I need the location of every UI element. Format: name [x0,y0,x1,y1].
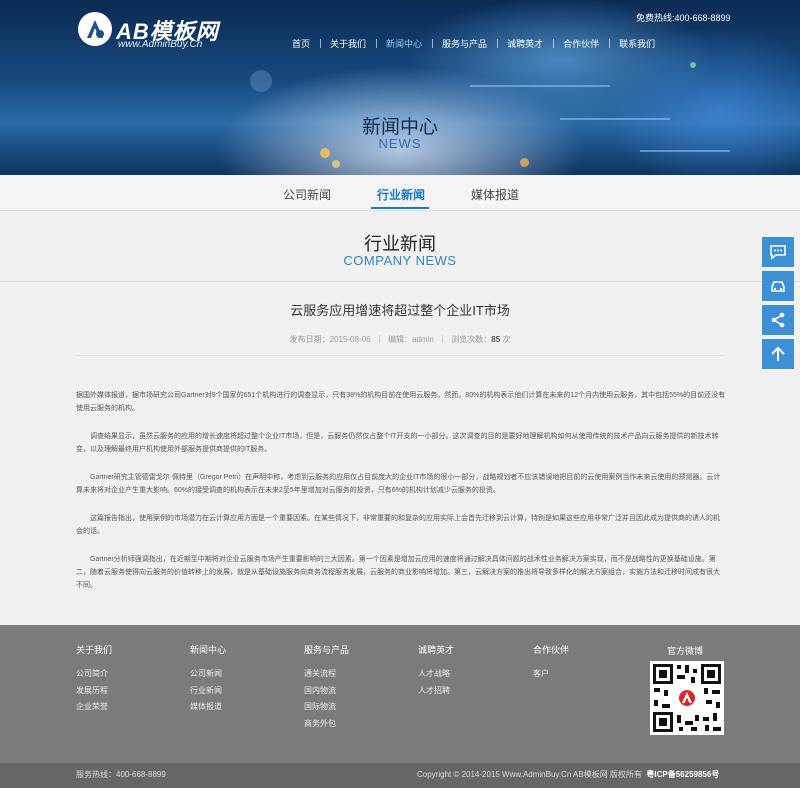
qr-code-icon [653,664,721,732]
weibo-qr-code [650,661,724,735]
tab-company-news[interactable]: 公司新闻 [283,186,331,203]
article-paragraph: 据国外媒体报道，据市场研究公司Gartner对9个国家的651个机构进行的调查显… [76,392,726,412]
footer-column-about: 关于我们 公司简介 发展历程 企业荣誉 [76,643,112,716]
bokeh-light [520,158,529,167]
copyright: Copyright © 2014-2015 Www.AdminBuy.Cn AB… [417,769,719,780]
footer-link[interactable]: 企业荣誉 [76,699,112,716]
article-meta: 发布日期：2015-08-06 编辑：admin 浏览次数：85 次 [0,334,800,345]
footer-column-title: 诚聘英才 [418,645,455,655]
views-unit: 次 [502,335,511,344]
meta-divider [442,335,444,343]
nav-item-home[interactable]: 首页 [282,37,320,50]
article-paragraph: 这篇报告指出，使用案例的市场潜力在云计算应用方面是一个重要因素。在某些情况下，非… [76,515,720,535]
footer-link[interactable]: 公司简介 [76,666,112,683]
share-button[interactable] [762,305,794,335]
footer-column-title: 关于我们 [76,645,113,655]
bokeh-light [690,62,696,68]
banner-subtitle: NEWS [378,136,422,151]
editor-label: 编辑： [387,335,412,344]
logo-icon [78,12,112,46]
weibo-title: 官方微博 [667,646,704,656]
article-title: 云服务应用增速将超过整个企业IT市场 [290,303,510,318]
article-paragraph: 调查结果显示，虽然云服务的应用的增长速度将超过整个企业IT市场，但是，云服务仍然… [76,433,719,453]
footer-link[interactable]: 发展历程 [76,683,112,700]
logo-subtitle: www.AdminBuy.Cn [118,39,203,50]
site-logo[interactable]: AB模板网 www.AdminBuy.Cn [78,12,258,52]
bokeh-light [250,70,272,92]
car-button[interactable] [762,271,794,301]
article-divider [76,355,724,356]
footer-column-title: 服务与产品 [304,645,350,655]
light-streak [470,85,610,87]
chat-button[interactable] [762,237,794,267]
bokeh-light [332,160,340,168]
footer-link[interactable]: 公司新闻 [190,666,226,683]
tab-industry-news[interactable]: 行业新闻 [377,186,425,203]
footer-link[interactable]: 商务外包 [304,716,349,733]
footer-column-careers: 诚聘英才 人才战略 人才招聘 [418,643,454,699]
nav-item-news[interactable]: 新闻中心 [376,37,432,50]
nav-item-about[interactable]: 关于我们 [320,37,376,50]
footer-link[interactable]: 行业新闻 [190,683,226,700]
footer-hotline: 服务热线：400-668-8899 [76,770,166,779]
article-editor: admin [411,335,434,344]
article-date: 2015-08-06 [329,335,371,344]
article-paragraph: Gartner研究主管德雷戈尔·佩特里（Gregor Petri）在声明中称，考… [76,474,721,494]
floating-side-buttons [762,237,794,373]
footer-column-title: 合作伙伴 [533,645,570,655]
banner-title: 新闻中心 [361,117,438,138]
header-hotline: 免费热线:400-668-8899 [636,13,731,23]
nav-item-partners[interactable]: 合作伙伴 [553,37,609,50]
header-banner: AB模板网 www.AdminBuy.Cn 免费热线:400-668-8899 … [0,0,800,175]
article-body: 据国外媒体报道，据市场研究公司Gartner对9个国家的651个机构进行的调查显… [76,389,726,607]
footer-link[interactable]: 人才战略 [418,666,454,683]
date-label: 发布日期： [289,335,330,344]
active-tab-indicator [371,207,429,209]
footer-link[interactable]: 人才招聘 [418,683,454,700]
section-heading: 行业新闻 COMPANY NEWS [0,212,800,282]
views-label: 浏览次数： [451,335,492,344]
article-views: 85 [491,335,501,344]
article-paragraph: Gartner分析师强调指出，在近期至中期将对企业云服务市场产生重要影响的三大因… [76,556,720,589]
nav-item-services[interactable]: 服务与产品 [432,37,497,50]
main-nav: 首页 关于我们 新闻中心 服务与产品 诚聘英才 合作伙伴 联系我们 [282,36,665,50]
copyright-bar: 服务热线：400-668-8899 Copyright © 2014-2015 … [0,763,800,788]
footer-link[interactable]: 通关流程 [304,666,349,683]
chat-icon [770,245,786,260]
footer-column-partners: 合作伙伴 客户 [533,643,569,683]
meta-divider [378,335,380,343]
footer-link[interactable]: 客户 [533,666,569,683]
copyright-text: Copyright © 2014-2015 Www.AdminBuy.Cn AB… [417,770,642,779]
section-subtitle: COMPANY NEWS [343,253,457,268]
footer-link[interactable]: 国内物流 [304,683,349,700]
footer-link[interactable]: 国际物流 [304,699,349,716]
back-to-top-button[interactable] [762,339,794,369]
nav-item-contact[interactable]: 联系我们 [609,37,665,50]
nav-item-careers[interactable]: 诚聘英才 [497,37,553,50]
tab-media-reports[interactable]: 媒体报道 [471,186,519,203]
footer-column-services: 服务与产品 通关流程 国内物流 国际物流 商务外包 [304,643,349,732]
icp-number[interactable]: 粤ICP备56259856号 [646,770,719,779]
footer-column-title: 新闻中心 [190,645,227,655]
car-icon [771,281,785,292]
footer-column-news: 新闻中心 公司新闻 行业新闻 媒体报道 [190,643,226,716]
share-icon [771,312,785,328]
site-footer: 关于我们 公司简介 发展历程 企业荣誉 新闻中心 公司新闻 行业新闻 媒体报道 … [0,625,800,763]
back-to-top-icon [771,346,785,361]
footer-link[interactable]: 媒体报道 [190,699,226,716]
category-tabs: 公司新闻 行业新闻 媒体报道 [0,175,800,211]
